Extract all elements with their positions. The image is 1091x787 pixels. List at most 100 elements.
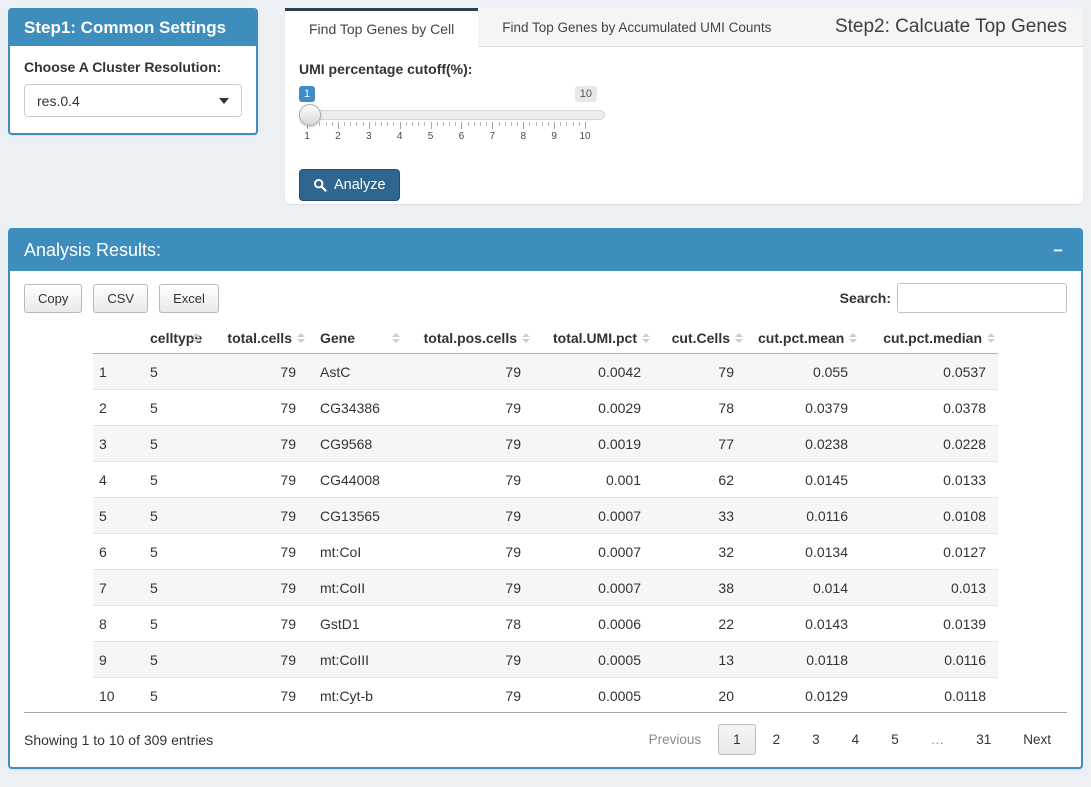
column-header-total-UMI-pct[interactable]: total.UMI.pct [533, 323, 653, 354]
tab-bar: Find Top Genes by Cell Find Top Genes by… [285, 8, 1083, 47]
slider-minor-tick [486, 122, 487, 126]
table-cell: 0.055 [746, 354, 860, 390]
slider-minor-tick [387, 122, 388, 126]
results-table: celltypetotal.cellsGenetotal.pos.cells to… [93, 323, 998, 713]
table-cell: mt:CoII [308, 570, 403, 606]
slider-minor-tick [344, 122, 345, 126]
table-row: 1579AstC790.0042790.0550.0537 [93, 354, 998, 390]
pagination-page-4[interactable]: 4 [837, 724, 875, 755]
slider-minor-tick [517, 122, 518, 126]
sort-arrows-icon [392, 333, 400, 343]
table-cell: CG44008 [308, 462, 403, 498]
column-header-cut-pct-mean[interactable]: cut.pct.mean [746, 323, 860, 354]
step1-panel-body: Choose A Cluster Resolution: res.0.4 [10, 46, 256, 133]
slider-minor-tick [511, 122, 512, 126]
sort-arrows-icon [297, 333, 305, 343]
table-cell: 79 [403, 534, 533, 570]
slider-minor-tick [548, 122, 549, 126]
pagination-page-31[interactable]: 31 [961, 724, 1006, 755]
cluster-resolution-select[interactable]: res.0.4 [24, 84, 242, 117]
cluster-resolution-label: Choose A Cluster Resolution: [24, 59, 242, 75]
table-cell: 0.0005 [533, 642, 653, 678]
search-label: Search: [840, 290, 891, 306]
column-header-cut-pct-median[interactable]: cut.pct.median [860, 323, 998, 354]
pagination-next[interactable]: Next [1008, 724, 1066, 755]
slider-minor-tick [449, 122, 450, 126]
table-row: 8579GstD1780.0006220.01430.0139 [93, 606, 998, 642]
results-panel-header: Analysis Results: − [10, 230, 1081, 271]
slider-track[interactable] [299, 110, 605, 120]
table-cell: 1 [93, 354, 138, 390]
column-header-Gene[interactable]: Gene [308, 323, 403, 354]
table-cell: 0.0379 [746, 390, 860, 426]
pagination-page-1[interactable]: 1 [718, 724, 756, 755]
table-cell: 5 [138, 354, 203, 390]
slider-tick-label: 7 [490, 131, 496, 142]
table-cell: 79 [203, 678, 308, 714]
table-cell: mt:CoI [308, 534, 403, 570]
slider-grid: 12345678910 [307, 122, 585, 146]
pagination-page-5[interactable]: 5 [876, 724, 914, 755]
table-cell: 0.0129 [746, 678, 860, 714]
tab-find-top-genes-by-cell[interactable]: Find Top Genes by Cell [285, 8, 478, 47]
column-header-label: total.UMI.pct [553, 330, 637, 346]
copy-button[interactable]: Copy [24, 284, 82, 313]
slider-minor-tick [363, 122, 364, 126]
slider-major-tick [523, 122, 524, 129]
table-cell: 0.013 [860, 570, 998, 606]
table-info: Showing 1 to 10 of 309 entries [24, 732, 213, 748]
step1-panel-title: Step1: Common Settings [10, 10, 256, 46]
slider-major-tick [338, 122, 339, 129]
results-footer: Showing 1 to 10 of 309 entries Previous1… [24, 713, 1067, 755]
pagination-page-2[interactable]: 2 [758, 724, 796, 755]
umi-cutoff-label: UMI percentage cutoff(%): [299, 61, 1069, 77]
table-row: 4579CG44008790.001620.01450.0133 [93, 462, 998, 498]
slider-minor-tick [480, 122, 481, 126]
slider-major-tick [492, 122, 493, 129]
table-cell: 79 [403, 354, 533, 390]
slider-minor-tick [406, 122, 407, 126]
minus-icon[interactable]: − [1049, 240, 1067, 261]
tab-content: UMI percentage cutoff(%): 1 10 123456789… [285, 47, 1083, 204]
table-row: 6579mt:CoI790.0007320.01340.0127 [93, 534, 998, 570]
table-cell: 0.0139 [860, 606, 998, 642]
table-cell: 79 [203, 426, 308, 462]
table-cell: 0.0127 [860, 534, 998, 570]
slider-minor-tick [560, 122, 561, 126]
csv-button[interactable]: CSV [93, 284, 148, 313]
table-row: 7579mt:CoII790.0007380.0140.013 [93, 570, 998, 606]
tab-find-top-genes-by-accumulated-umi-counts[interactable]: Find Top Genes by Accumulated UMI Counts [478, 8, 795, 46]
column-header-total-cells[interactable]: total.cells [203, 323, 308, 354]
table-cell: 0.0134 [746, 534, 860, 570]
slider-minor-tick [443, 122, 444, 126]
slider-minor-tick [356, 122, 357, 126]
table-cell: 5 [138, 606, 203, 642]
table-cell: 13 [653, 642, 746, 678]
table-cell: 0.0118 [746, 642, 860, 678]
analyze-button[interactable]: Analyze [299, 169, 400, 201]
step2-panel: Find Top Genes by Cell Find Top Genes by… [285, 8, 1083, 204]
excel-button[interactable]: Excel [159, 284, 219, 313]
column-header-celltype[interactable]: celltype [138, 323, 203, 354]
slider-minor-tick [350, 122, 351, 126]
pagination-previous[interactable]: Previous [634, 724, 717, 755]
slider-handle[interactable] [299, 104, 321, 126]
slider-tick-label: 2 [335, 131, 341, 142]
table-cell: 79 [403, 426, 533, 462]
table-cell: 6 [93, 534, 138, 570]
table-cell: 0.0007 [533, 498, 653, 534]
search-input[interactable] [897, 283, 1067, 313]
table-cell: 79 [203, 354, 308, 390]
table-cell: 78 [403, 606, 533, 642]
column-header-total-pos-cells[interactable]: total.pos.cells [403, 323, 533, 354]
pagination-page-3[interactable]: 3 [797, 724, 835, 755]
table-cell: 8 [93, 606, 138, 642]
slider-tick-label: 3 [366, 131, 372, 142]
slider-minor-tick [468, 122, 469, 126]
slider-tick-label: 6 [459, 131, 465, 142]
table-cell: 0.0228 [860, 426, 998, 462]
table-cell: 9 [93, 642, 138, 678]
column-header-cut-Cells[interactable]: cut.Cells [653, 323, 746, 354]
slider-minor-tick [381, 122, 382, 126]
slider-major-tick [585, 122, 586, 129]
